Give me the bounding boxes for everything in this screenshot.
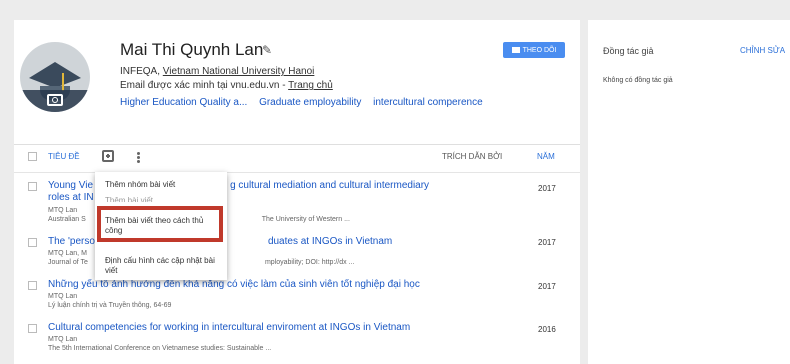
affiliation: INFEQA, Vietnam National University Hano… [120,66,314,77]
profile-name: Mai Thi Quynh Lan [120,40,264,59]
follow-button[interactable]: THEO DÕI [503,42,565,58]
row-checkbox[interactable] [28,324,37,333]
research-interests: Higher Education Quality a... Graduate e… [120,97,492,108]
affiliation-link[interactable]: Vietnam National University Hanoi [163,66,315,77]
email-text: Email được xác minh tại vnu.edu.vn - [120,80,289,91]
article-authors: MTQ Lan [48,293,78,300]
article-authors: MTQ Lan, M [48,250,87,257]
row-checkbox[interactable] [28,281,37,290]
graduation-cap-icon [29,62,81,78]
article-title[interactable]: Cultural competencies for working in int… [48,322,410,334]
article-year: 2017 [538,282,556,291]
article-title-line2[interactable]: roles at IN [48,192,94,204]
divider [14,144,580,145]
change-photo-button[interactable] [20,90,90,112]
highlight-box [97,206,223,242]
column-year[interactable]: NĂM [537,152,555,161]
menu-item-update-settings[interactable]: Định cấu hình các cập nhật bài viết [105,256,217,276]
article-source: Lý luận chính trị và Truyền thông, 64-69 [48,302,172,309]
article-year: 2016 [538,325,556,334]
add-article-icon[interactable] [102,150,114,162]
interest-tag[interactable]: Graduate employability [259,97,361,108]
article-year: 2017 [538,184,556,193]
article-authors: MTQ Lan [48,207,78,214]
more-vert-icon[interactable] [137,152,140,163]
follow-label: THEO DÕI [522,46,557,54]
article-title[interactable]: Những yếu tố ảnh hưởng đến khả năng có v… [48,279,420,291]
interest-tag[interactable]: intercultural comperence [373,97,483,108]
graduation-cap-tassel [62,73,64,91]
menu-item-add-article[interactable]: Thêm bài viết [105,196,153,202]
interest-tag[interactable]: Higher Education Quality a... [120,97,247,108]
coauthors-card [588,20,790,364]
homepage-link[interactable]: Trang chủ [288,80,333,91]
no-coauthors-text: Không có đồng tác giả [603,77,673,84]
pencil-icon[interactable]: ✎ [262,43,272,57]
envelope-icon [511,47,520,53]
article-authors: MTQ Lan [48,336,78,343]
column-cited-by[interactable]: TRÍCH DẪN BỞI [442,152,502,161]
row-checkbox[interactable] [28,238,37,247]
edit-coauthors-button[interactable]: CHỈNH SỬA [740,46,785,55]
affiliation-prefix: INFEQA, [120,66,163,77]
column-title[interactable]: TIÊU ĐỀ [48,152,80,161]
coauthors-title: Đồng tác giả [603,46,654,56]
camera-icon [47,94,63,106]
article-year: 2017 [538,238,556,247]
article-source: The 5th International Conference on Viet… [48,345,272,352]
verified-email: Email được xác minh tại vnu.edu.vn - Tra… [120,80,333,91]
row-checkbox[interactable] [28,182,37,191]
menu-item-add-group[interactable]: Thêm nhóm bài viết [105,180,175,190]
select-all-checkbox[interactable] [28,152,37,161]
avatar[interactable] [20,42,90,112]
